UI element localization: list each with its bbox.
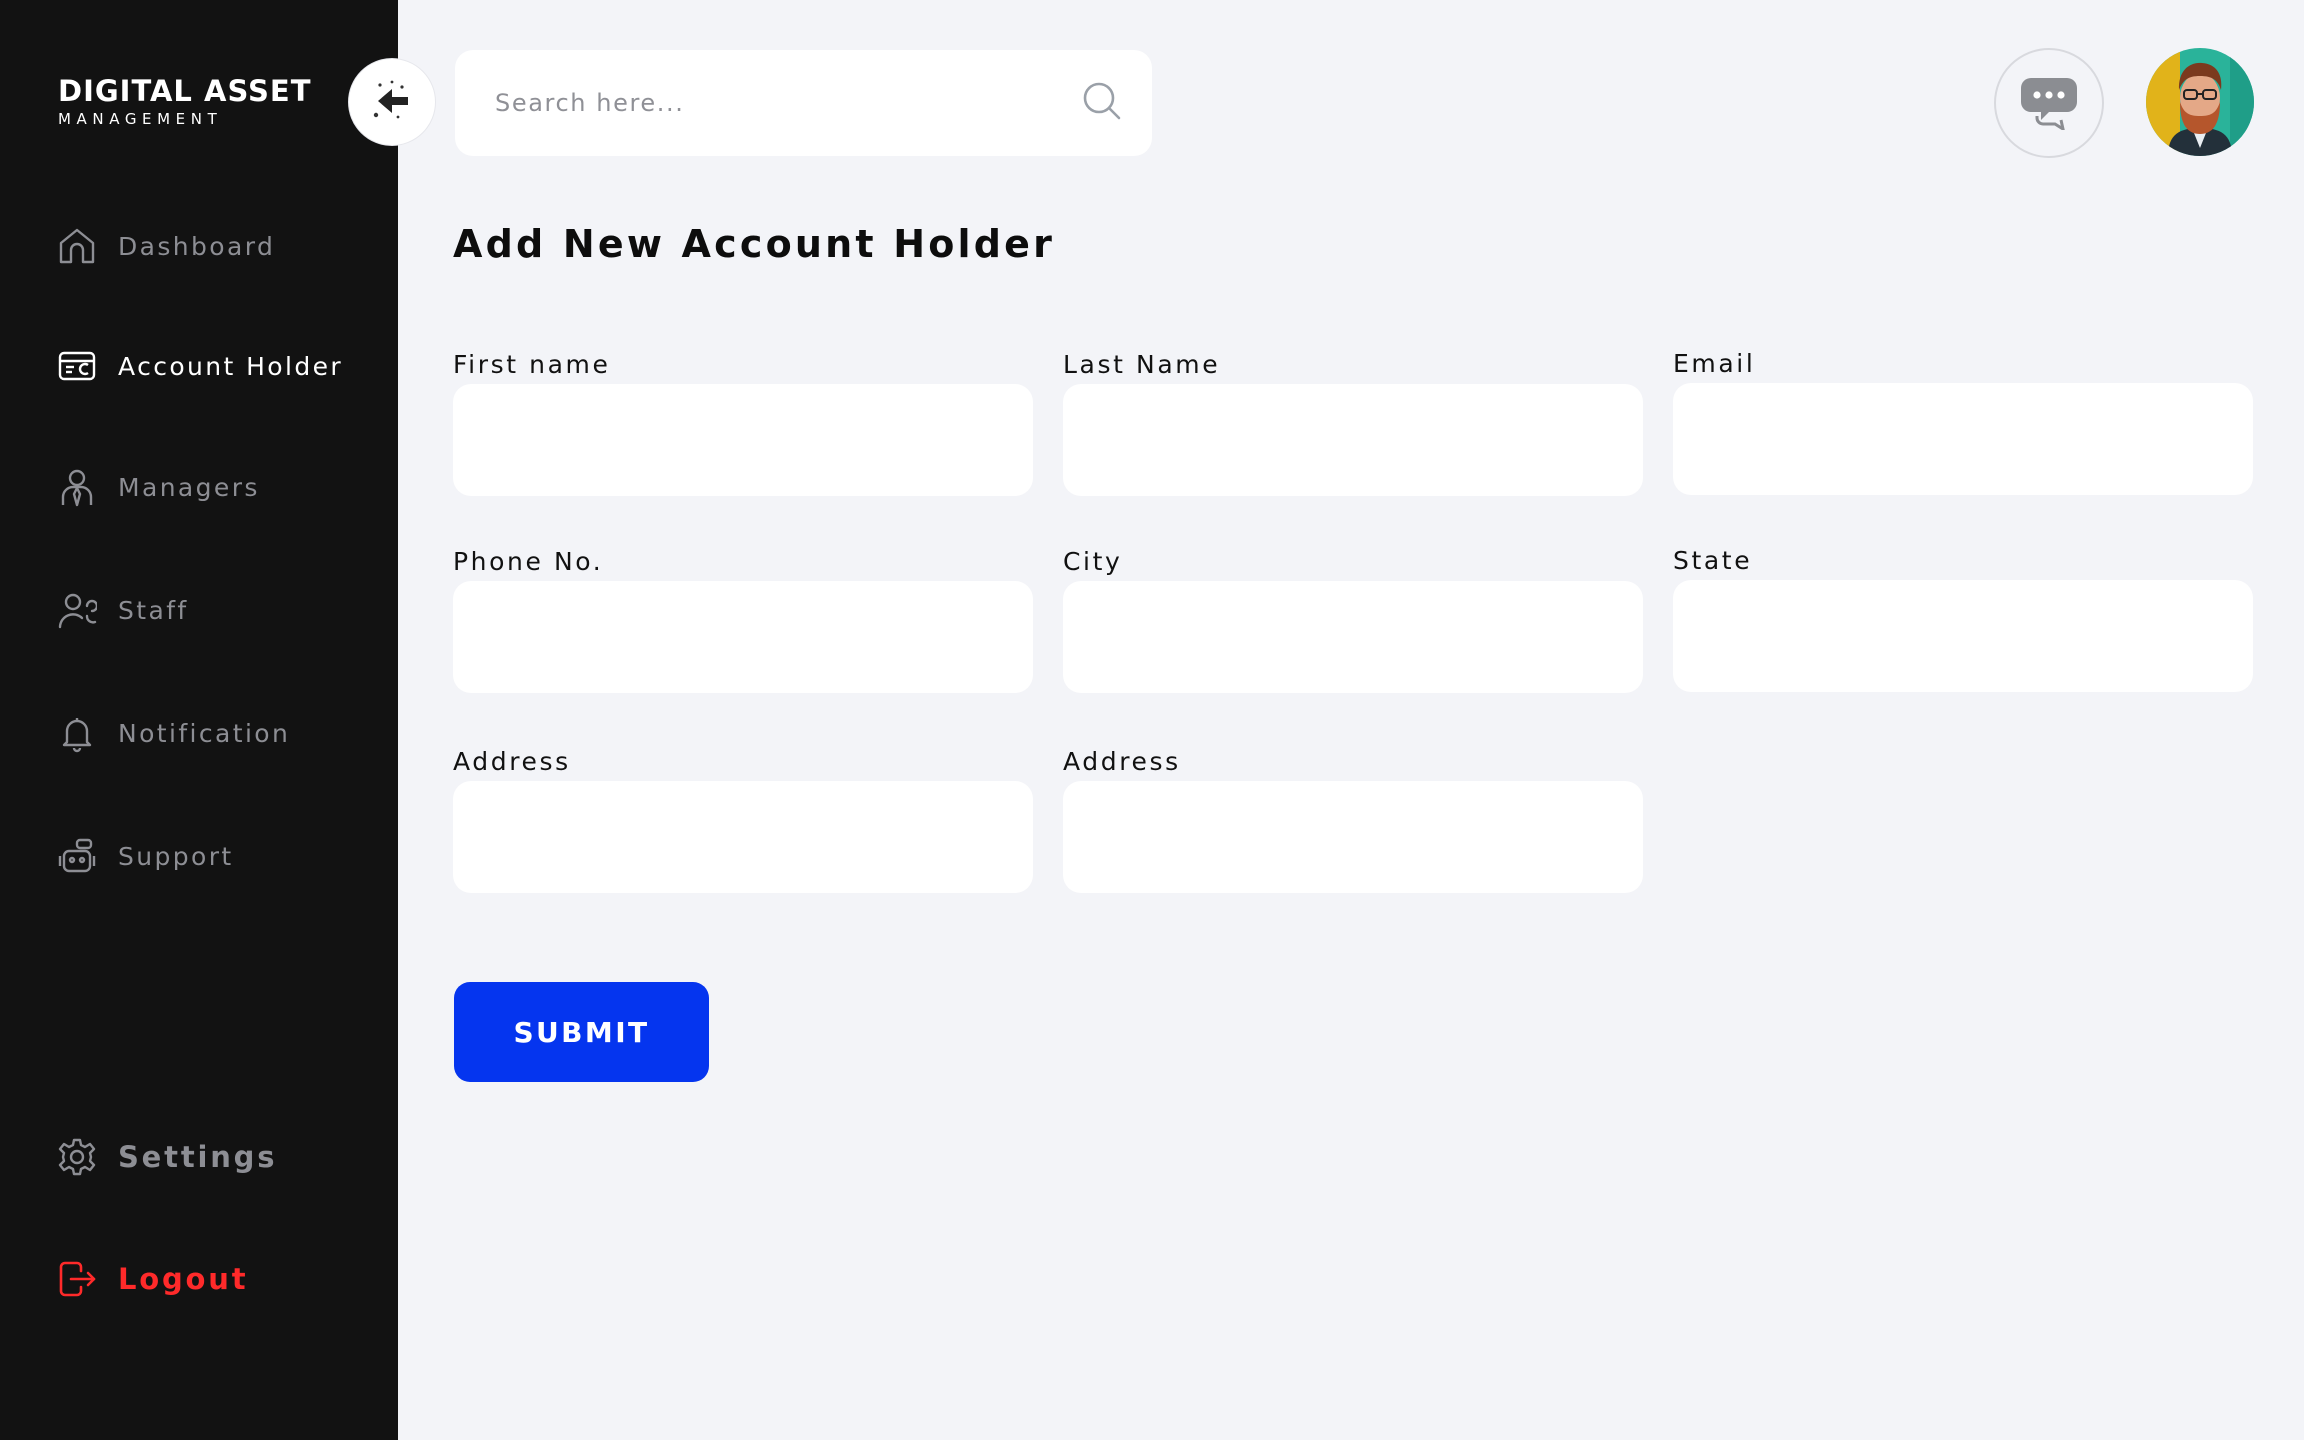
- search-input[interactable]: [495, 89, 1080, 117]
- state-input[interactable]: [1673, 580, 2253, 692]
- address-field-1: Address: [453, 745, 1033, 893]
- bell-icon: [56, 712, 98, 754]
- phone-field: Phone No.: [453, 545, 1033, 693]
- first-name-input[interactable]: [453, 384, 1033, 496]
- sidebar-item-label: Staff: [118, 595, 189, 625]
- city-input[interactable]: [1063, 581, 1643, 693]
- sidebar-item-label: Dashboard: [118, 231, 276, 261]
- home-icon: [56, 225, 98, 267]
- chat-button[interactable]: [1994, 48, 2104, 158]
- address-label-1: Address: [453, 747, 571, 776]
- email-label: Email: [1673, 349, 1756, 378]
- sidebar-item-label: Notification: [118, 718, 291, 748]
- state-field: State: [1673, 544, 2253, 692]
- gear-icon: [56, 1136, 98, 1178]
- sidebar-item-settings[interactable]: Settings: [56, 1133, 277, 1181]
- search-bar[interactable]: [455, 50, 1152, 156]
- robot-support-icon: [56, 835, 98, 877]
- address-field-2: Address: [1063, 745, 1643, 893]
- sidebar-item-support[interactable]: Support: [56, 832, 234, 880]
- city-field: City: [1063, 545, 1643, 693]
- sidebar-item-staff[interactable]: Staff: [56, 586, 189, 634]
- state-label: State: [1673, 546, 1753, 575]
- sidebar-item-dashboard[interactable]: Dashboard: [56, 222, 275, 270]
- phone-input[interactable]: [453, 581, 1033, 693]
- sidebar-item-account-holder[interactable]: Account Holder: [56, 342, 343, 390]
- user-avatar[interactable]: [2146, 48, 2254, 156]
- sidebar: DIGITAL ASSET MANAGEMENT Dashboard Accou…: [0, 0, 398, 1440]
- sidebar-item-managers[interactable]: Managers: [56, 463, 260, 511]
- brand-logo[interactable]: DIGITAL ASSET MANAGEMENT: [58, 74, 312, 128]
- staff-icon: [56, 589, 98, 631]
- wallet-card-icon: [56, 345, 98, 387]
- city-label: City: [1063, 547, 1123, 576]
- collapse-arrow-icon: [368, 77, 416, 128]
- search-icon[interactable]: [1080, 79, 1124, 127]
- chat-bubble-icon: [2019, 74, 2079, 133]
- sidebar-collapse-button[interactable]: [348, 58, 436, 146]
- first-name-field: First name: [453, 348, 1033, 496]
- logout-button[interactable]: Logout: [56, 1255, 248, 1303]
- phone-label: Phone No.: [453, 547, 604, 576]
- last-name-input[interactable]: [1063, 384, 1643, 496]
- logout-label: Logout: [118, 1262, 249, 1296]
- sidebar-item-label: Managers: [118, 472, 260, 502]
- sidebar-item-notification[interactable]: Notification: [56, 709, 290, 757]
- manager-icon: [56, 466, 98, 508]
- email-field: Email: [1673, 347, 2253, 495]
- last-name-field: Last Name: [1063, 348, 1643, 496]
- address-input-1[interactable]: [453, 781, 1033, 893]
- brand-title: DIGITAL ASSET: [58, 74, 312, 108]
- page-title: Add New Account Holder: [453, 222, 1056, 266]
- address-input-2[interactable]: [1063, 781, 1643, 893]
- sidebar-item-label: Support: [118, 841, 234, 871]
- submit-button[interactable]: SUBMIT: [454, 982, 709, 1082]
- first-name-label: First name: [453, 350, 611, 379]
- brand-subtitle: MANAGEMENT: [58, 110, 223, 128]
- email-input[interactable]: [1673, 383, 2253, 495]
- last-name-label: Last Name: [1063, 350, 1221, 379]
- sidebar-item-label: Settings: [118, 1140, 278, 1174]
- logout-icon: [56, 1258, 98, 1300]
- address-label-2: Address: [1063, 747, 1181, 776]
- sidebar-item-label: Account Holder: [118, 351, 344, 381]
